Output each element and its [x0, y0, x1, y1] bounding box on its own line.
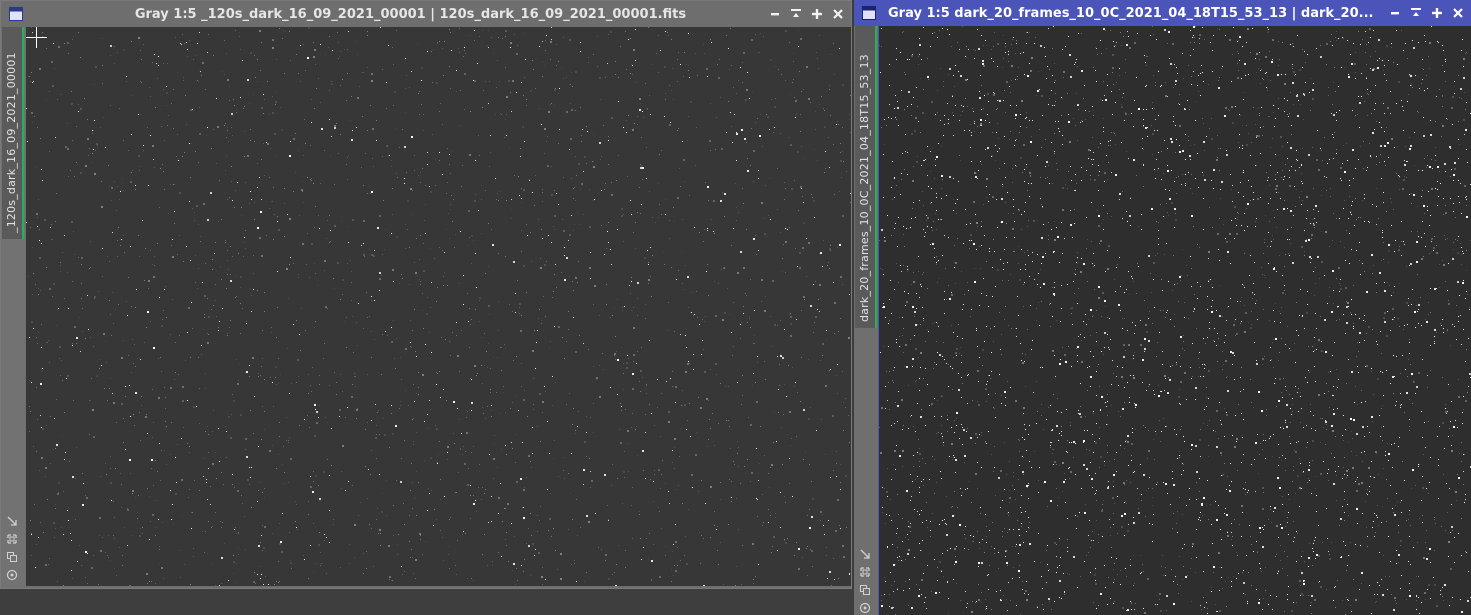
close-icon[interactable]	[1451, 6, 1465, 20]
window-icon[interactable]	[9, 7, 23, 21]
window-1-titlebar[interactable]: Gray 1:5 _120s_dark_16_09_2021_00001 | 1…	[1, 1, 851, 27]
window-1-title: Gray 1:5 _120s_dark_16_09_2021_00001 | 1…	[134, 6, 687, 22]
zoom-fit-icon[interactable]	[858, 565, 872, 579]
window-2-controls	[1388, 6, 1465, 20]
window-1-side-icons	[5, 514, 19, 582]
window-1-tab-label: _120s_dark_16_09_2021_00001	[5, 52, 18, 233]
window-2-image-canvas[interactable]	[879, 26, 1471, 615]
minimize-icon[interactable]	[1388, 6, 1402, 20]
shade-icon[interactable]	[1409, 6, 1423, 20]
workspace-background	[0, 589, 854, 615]
zoom-fit-icon[interactable]	[5, 532, 19, 546]
window-icon[interactable]	[862, 6, 876, 20]
window-2-vertical-tab[interactable]: dark_20_frames_10_0C_2021_04_18T15_53_13	[855, 26, 877, 328]
window-1-image-canvas[interactable]	[26, 27, 851, 586]
clone-icon[interactable]	[5, 550, 19, 564]
window-1-side-strip: _120s_dark_16_09_2021_00001	[1, 27, 25, 588]
window-2-title: Gray 1:5 dark_20_frames_10_0C_2021_04_18…	[888, 5, 1374, 21]
fit-view-icon[interactable]	[858, 547, 872, 561]
target-icon[interactable]	[858, 601, 872, 615]
minimize-icon[interactable]	[768, 7, 782, 21]
window-2-titlebar[interactable]: Gray 1:5 dark_20_frames_10_0C_2021_04_18…	[854, 0, 1471, 26]
target-icon[interactable]	[5, 568, 19, 582]
clone-icon[interactable]	[858, 583, 872, 597]
window-2-tab-label: dark_20_frames_10_0C_2021_04_18T15_53_13	[858, 54, 871, 322]
dark-frame-image-1	[26, 27, 851, 586]
dark-frame-image-2	[879, 26, 1471, 615]
workspace: Gray 1:5 _120s_dark_16_09_2021_00001 | 1…	[0, 0, 1471, 615]
image-window-1[interactable]: Gray 1:5 _120s_dark_16_09_2021_00001 | 1…	[0, 0, 852, 589]
close-icon[interactable]	[831, 7, 845, 21]
window-1-vertical-tab[interactable]: _120s_dark_16_09_2021_00001	[2, 27, 24, 239]
shade-icon[interactable]	[789, 7, 803, 21]
fit-view-icon[interactable]	[5, 514, 19, 528]
window-2-side-strip: dark_20_frames_10_0C_2021_04_18T15_53_13	[854, 26, 878, 615]
window-1-controls	[768, 7, 845, 21]
maximize-icon[interactable]	[1430, 6, 1444, 20]
maximize-icon[interactable]	[810, 7, 824, 21]
image-window-2[interactable]: Gray 1:5 dark_20_frames_10_0C_2021_04_18…	[854, 0, 1471, 615]
window-2-side-icons	[858, 547, 872, 615]
